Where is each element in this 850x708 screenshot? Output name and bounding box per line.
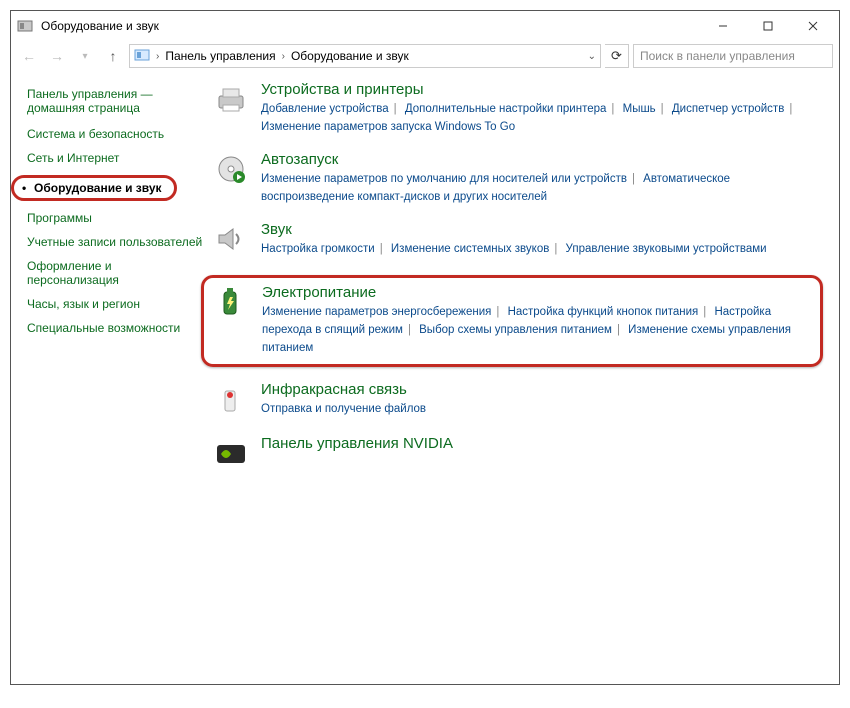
search-input[interactable]: Поиск в панели управления	[633, 44, 833, 68]
sidebar-item-appearance[interactable]: Оформление и персонализация	[27, 259, 211, 287]
up-button[interactable]: ↑	[101, 44, 125, 68]
breadcrumb-root[interactable]: Панель управления	[165, 49, 275, 63]
category-title[interactable]: Электропитание	[262, 284, 812, 301]
link-printer-settings[interactable]: Дополнительные настройки принтера	[405, 103, 607, 115]
window-icon	[15, 16, 35, 36]
category-title[interactable]: Автозапуск	[261, 151, 823, 168]
breadcrumb-current[interactable]: Оборудование и звук	[291, 49, 409, 63]
category-links: Настройка громкости| Изменение системных…	[261, 240, 823, 258]
location-bar[interactable]: › Панель управления › Оборудование и зву…	[129, 44, 601, 68]
recent-button[interactable]: ▾	[73, 44, 97, 68]
category-infrared: Инфракрасная связь Отправка и получение …	[211, 381, 823, 421]
power-icon	[212, 284, 252, 324]
infrared-icon	[211, 381, 251, 421]
category-title[interactable]: Устройства и принтеры	[261, 81, 823, 98]
link-sound-devices[interactable]: Управление звуковыми устройствами	[566, 243, 767, 255]
chevron-icon: ›	[156, 51, 159, 62]
forward-button[interactable]: →	[45, 44, 69, 68]
category-title[interactable]: Звук	[261, 221, 823, 238]
content-area: Устройства и принтеры Добавление устройс…	[211, 71, 839, 684]
category-nvidia: Панель управления NVIDIA	[211, 435, 823, 475]
sidebar-item-hardware[interactable]: Оборудование и звук	[11, 175, 177, 201]
link-infrared-files[interactable]: Отправка и получение файлов	[261, 403, 426, 415]
sidebar-item-network[interactable]: Сеть и Интернет	[27, 151, 211, 165]
category-links: Изменение параметров по умолчанию для но…	[261, 170, 823, 207]
category-body: Инфракрасная связь Отправка и получение …	[261, 381, 823, 421]
category-body: Панель управления NVIDIA	[261, 435, 823, 475]
link-windows-togo[interactable]: Изменение параметров запуска Windows To …	[261, 121, 515, 133]
addressbar: ← → ▾ ↑ › Панель управления › Оборудован…	[11, 41, 839, 71]
link-autoplay-defaults[interactable]: Изменение параметров по умолчанию для но…	[261, 173, 627, 185]
link-power-buttons[interactable]: Настройка функций кнопок питания	[508, 306, 699, 318]
sidebar-item-access[interactable]: Специальные возможности	[27, 321, 211, 335]
control-panel-window: Оборудование и звук ← → ▾ ↑ › Панель упр…	[10, 10, 840, 685]
link-add-device[interactable]: Добавление устройства	[261, 103, 389, 115]
category-body: Электропитание Изменение параметров энер…	[262, 284, 812, 358]
sidebar: Панель управления — домашняя страница Си…	[11, 71, 211, 684]
maximize-button[interactable]	[745, 12, 790, 40]
printer-icon	[211, 81, 251, 121]
chevron-icon: ›	[282, 51, 285, 62]
caption-buttons	[700, 12, 835, 40]
link-power-scheme[interactable]: Выбор схемы управления питанием	[419, 324, 612, 336]
sidebar-item-clock[interactable]: Часы, язык и регион	[27, 297, 211, 311]
link-device-manager[interactable]: Диспетчер устройств	[672, 103, 784, 115]
category-title[interactable]: Инфракрасная связь	[261, 381, 823, 398]
titlebar: Оборудование и звук	[11, 11, 839, 41]
category-devices: Устройства и принтеры Добавление устройс…	[211, 81, 823, 137]
category-links: Отправка и получение файлов	[261, 400, 823, 418]
sidebar-item-programs[interactable]: Программы	[27, 211, 211, 225]
sidebar-home[interactable]: Панель управления — домашняя страница	[27, 87, 211, 115]
back-button[interactable]: ←	[17, 44, 41, 68]
category-power: Электропитание Изменение параметров энер…	[201, 275, 823, 367]
link-mouse[interactable]: Мышь	[623, 103, 656, 115]
category-title[interactable]: Панель управления NVIDIA	[261, 435, 823, 452]
category-body: Звук Настройка громкости| Изменение сист…	[261, 221, 823, 261]
refresh-button[interactable]: ⟳	[605, 44, 629, 68]
link-power-saving[interactable]: Изменение параметров энергосбережения	[262, 306, 491, 318]
category-links: Добавление устройства| Дополнительные на…	[261, 100, 823, 137]
window-body: Панель управления — домашняя страница Си…	[11, 71, 839, 684]
category-links: Изменение параметров энергосбережения| Н…	[262, 303, 812, 358]
link-system-sounds[interactable]: Изменение системных звуков	[391, 243, 549, 255]
close-button[interactable]	[790, 12, 835, 40]
category-sound: Звук Настройка громкости| Изменение сист…	[211, 221, 823, 261]
sidebar-item-accounts[interactable]: Учетные записи пользователей	[27, 235, 211, 249]
breadcrumb-dropdown[interactable]: ⌄	[588, 51, 596, 62]
link-volume[interactable]: Настройка громкости	[261, 243, 375, 255]
category-autoplay: Автозапуск Изменение параметров по умолч…	[211, 151, 823, 207]
category-body: Автозапуск Изменение параметров по умолч…	[261, 151, 823, 207]
sound-icon	[211, 221, 251, 261]
minimize-button[interactable]	[700, 12, 745, 40]
location-icon	[134, 47, 150, 66]
category-body: Устройства и принтеры Добавление устройс…	[261, 81, 823, 137]
nvidia-icon	[211, 435, 251, 475]
autoplay-icon	[211, 151, 251, 191]
sidebar-item-system[interactable]: Система и безопасность	[27, 127, 211, 141]
window-title: Оборудование и звук	[41, 19, 700, 33]
